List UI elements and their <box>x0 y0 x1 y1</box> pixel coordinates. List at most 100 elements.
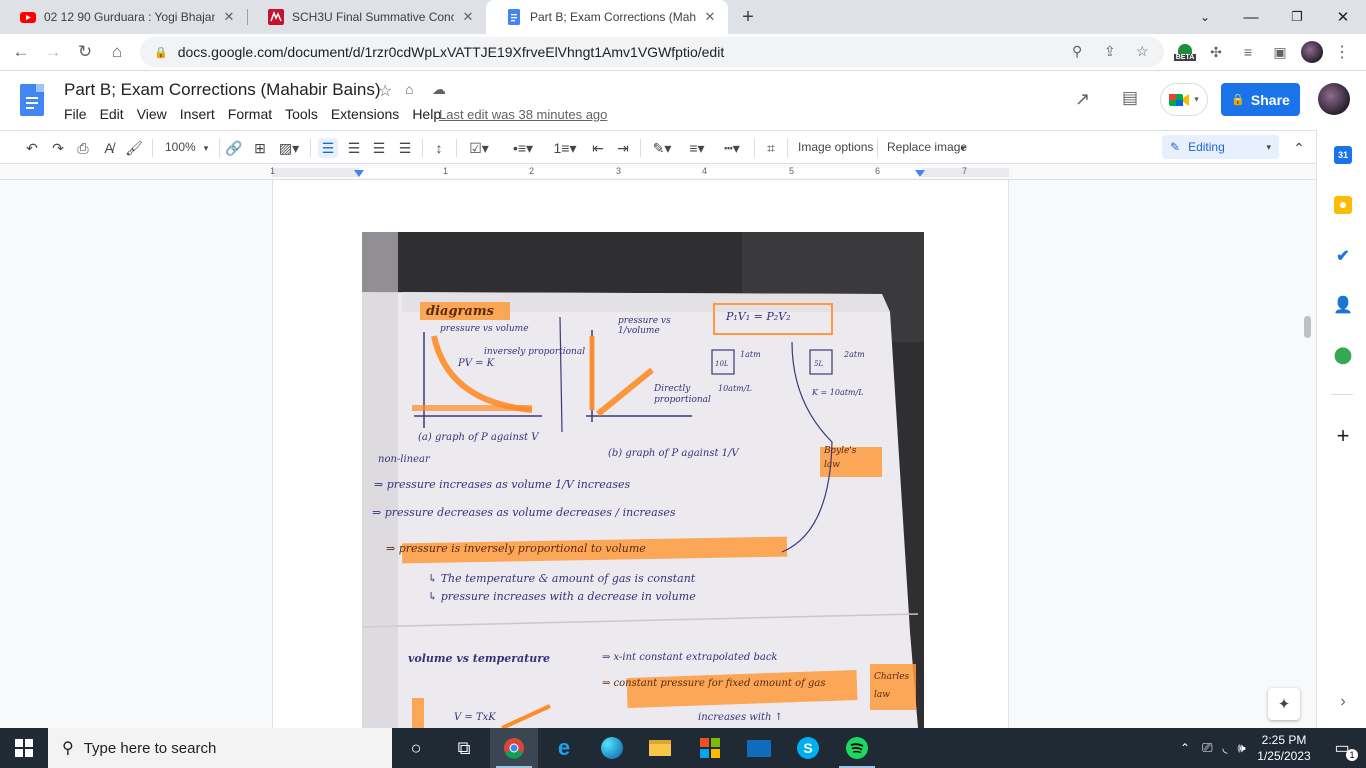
start-button[interactable] <box>0 728 48 768</box>
spellcheck-icon[interactable]: A̸ <box>99 138 119 158</box>
border-color-icon[interactable]: ✎▾ <box>648 138 676 158</box>
move-folder-icon[interactable]: ⌂ <box>405 81 413 97</box>
taskbar-chrome[interactable] <box>490 728 538 768</box>
tasks-icon[interactable]: ✔ <box>1334 247 1352 265</box>
menu-edit[interactable]: Edit <box>100 106 124 122</box>
bookmark-star-icon[interactable]: ☆ <box>1136 43 1149 60</box>
bulleted-list-icon[interactable]: •≡▾ <box>506 138 540 158</box>
taskbar-clock[interactable]: 2:25 PM 1/25/2023 <box>1252 732 1316 764</box>
decrease-indent-icon[interactable]: ⇤ <box>588 138 608 158</box>
meet-button[interactable]: ▾ <box>1160 83 1208 116</box>
document-page[interactable]: diagrams pressure vs volume PV = K inver… <box>272 180 1009 728</box>
undo-icon[interactable]: ↶ <box>22 138 42 158</box>
docs-logo-icon[interactable] <box>20 84 44 116</box>
notes-photo-image[interactable]: diagrams pressure vs volume PV = K inver… <box>362 232 924 728</box>
insert-image-icon[interactable]: ▨▾ <box>276 138 302 158</box>
forward-icon[interactable]: → <box>40 39 66 65</box>
chrome-menu-icon[interactable]: ⋮ <box>1332 42 1352 62</box>
taskbar-file-explorer[interactable] <box>636 728 684 768</box>
right-indent-marker[interactable] <box>915 170 925 177</box>
extension-beta-icon[interactable]: BETA <box>1172 42 1198 62</box>
align-center-icon[interactable]: ☰ <box>344 138 364 158</box>
zoom-dropdown-icon[interactable]: ▾ <box>200 138 212 158</box>
line-spacing-icon[interactable]: ↕ <box>429 138 449 158</box>
cortana-icon[interactable]: ○ <box>392 728 440 768</box>
taskbar-edge[interactable] <box>588 728 636 768</box>
left-indent-marker[interactable] <box>354 170 364 177</box>
close-tab-icon[interactable]: ✕ <box>221 9 237 25</box>
image-options-button[interactable]: Image options <box>798 140 873 154</box>
last-edit-link[interactable]: Last edit was 38 minutes ago <box>439 107 607 122</box>
editing-mode-select[interactable]: ✎ Editing ▾ <box>1162 135 1279 159</box>
align-justify-icon[interactable]: ☰ <box>395 138 415 158</box>
insert-link-icon[interactable]: 🔗 <box>224 138 244 158</box>
volume-icon[interactable]: 🕪 <box>1238 740 1246 756</box>
browser-tab-brightspace[interactable]: SCH3U Final Summative Concept ✕ <box>248 0 486 34</box>
star-icon[interactable]: ☆ <box>378 81 392 101</box>
share-page-icon[interactable]: ⇪ <box>1104 43 1116 60</box>
close-tab-icon[interactable]: ✕ <box>460 9 476 25</box>
new-tab-button[interactable]: + <box>725 0 771 34</box>
show-side-panel-icon[interactable]: › <box>1334 693 1352 711</box>
align-right-icon[interactable]: ☰ <box>369 138 389 158</box>
print-icon[interactable]: ⎙ <box>73 138 93 158</box>
menu-format[interactable]: Format <box>228 106 272 122</box>
profile-avatar[interactable] <box>1301 41 1323 63</box>
menu-extensions[interactable]: Extensions <box>331 106 399 122</box>
crop-icon[interactable]: ⌗ <box>761 138 781 158</box>
reading-list-icon[interactable]: ≡ <box>1238 42 1258 62</box>
taskbar-skype[interactable]: S <box>784 728 832 768</box>
border-dash-icon[interactable]: ┅▾ <box>718 138 746 158</box>
taskbar-search-box[interactable]: ⚲ Type here to search <box>48 728 392 768</box>
lock-icon[interactable]: 🔒 <box>154 46 168 59</box>
paint-format-icon[interactable]: 🖌 <box>124 138 144 158</box>
align-left-icon[interactable]: ☰ <box>318 138 338 158</box>
vertical-scrollbar-thumb[interactable] <box>1304 316 1311 338</box>
restore-icon[interactable]: ❐ <box>1274 0 1320 34</box>
task-view-icon[interactable]: ⧉ <box>440 728 488 768</box>
menu-help[interactable]: Help <box>412 106 441 122</box>
tab-search-icon[interactable]: ⌄ <box>1182 0 1228 34</box>
notification-center-icon[interactable]: ▭ 1 <box>1318 728 1366 768</box>
document-title[interactable]: Part B; Exam Corrections (Mahabir Bains) <box>64 80 381 100</box>
collapse-menus-icon[interactable]: ⌃ <box>1289 138 1309 158</box>
address-bar[interactable]: 🔒 docs.google.com/document/d/1rzr0cdWpLx… <box>140 37 1164 67</box>
redo-icon[interactable]: ↷ <box>48 138 68 158</box>
network-icon[interactable]: ⎚ <box>1202 740 1212 756</box>
home-icon[interactable]: ⌂ <box>104 39 130 65</box>
taskbar-spotify[interactable] <box>833 728 881 768</box>
menu-view[interactable]: View <box>137 106 167 122</box>
show-hidden-icons[interactable]: ⌃ <box>1180 741 1190 755</box>
reload-icon[interactable]: ↻ <box>72 39 98 65</box>
browser-tab-docs-active[interactable]: Part B; Exam Corrections (Mahabir ✕ <box>486 0 728 34</box>
replace-image-dropdown-icon[interactable]: ▾ <box>958 138 968 158</box>
browser-tab-youtube[interactable]: 02 12 90 Gurduara : Yogi Bhajan ✕ <box>0 0 247 34</box>
taskbar-store[interactable] <box>686 728 734 768</box>
numbered-list-icon[interactable]: 1≡▾ <box>548 138 582 158</box>
close-tab-icon[interactable]: ✕ <box>702 9 718 25</box>
taskbar-mail[interactable] <box>735 728 783 768</box>
replace-image-button[interactable]: Replace image <box>887 140 967 154</box>
maps-icon[interactable]: ⬤ <box>1334 346 1352 364</box>
calendar-icon[interactable]: 31 <box>1334 146 1352 164</box>
comment-history-icon[interactable]: ▤ <box>1122 88 1138 108</box>
increase-indent-icon[interactable]: ⇥ <box>613 138 633 158</box>
minimize-icon[interactable]: — <box>1228 0 1274 34</box>
get-addons-icon[interactable]: + <box>1334 423 1352 448</box>
menu-file[interactable]: File <box>64 106 87 122</box>
border-weight-icon[interactable]: ≡▾ <box>683 138 711 158</box>
share-button[interactable]: 🔒 Share <box>1221 83 1300 116</box>
menu-tools[interactable]: Tools <box>285 106 318 122</box>
contacts-icon[interactable]: 👤 <box>1333 296 1353 314</box>
keep-icon[interactable] <box>1334 196 1352 214</box>
checklist-icon[interactable]: ☑▾ <box>464 138 494 158</box>
account-avatar[interactable] <box>1318 83 1350 115</box>
extensions-puzzle-icon[interactable]: ✣ <box>1206 42 1226 62</box>
zoom-icon[interactable]: ⚲ <box>1072 43 1082 60</box>
back-icon[interactable]: ← <box>8 39 34 65</box>
explore-button[interactable]: ✦ <box>1268 688 1300 720</box>
window-close-icon[interactable]: ✕ <box>1320 0 1366 34</box>
add-comment-icon[interactable]: ⊞ <box>250 138 270 158</box>
activity-trend-icon[interactable]: ↗ <box>1075 89 1090 110</box>
cloud-saved-icon[interactable]: ☁ <box>432 81 446 98</box>
